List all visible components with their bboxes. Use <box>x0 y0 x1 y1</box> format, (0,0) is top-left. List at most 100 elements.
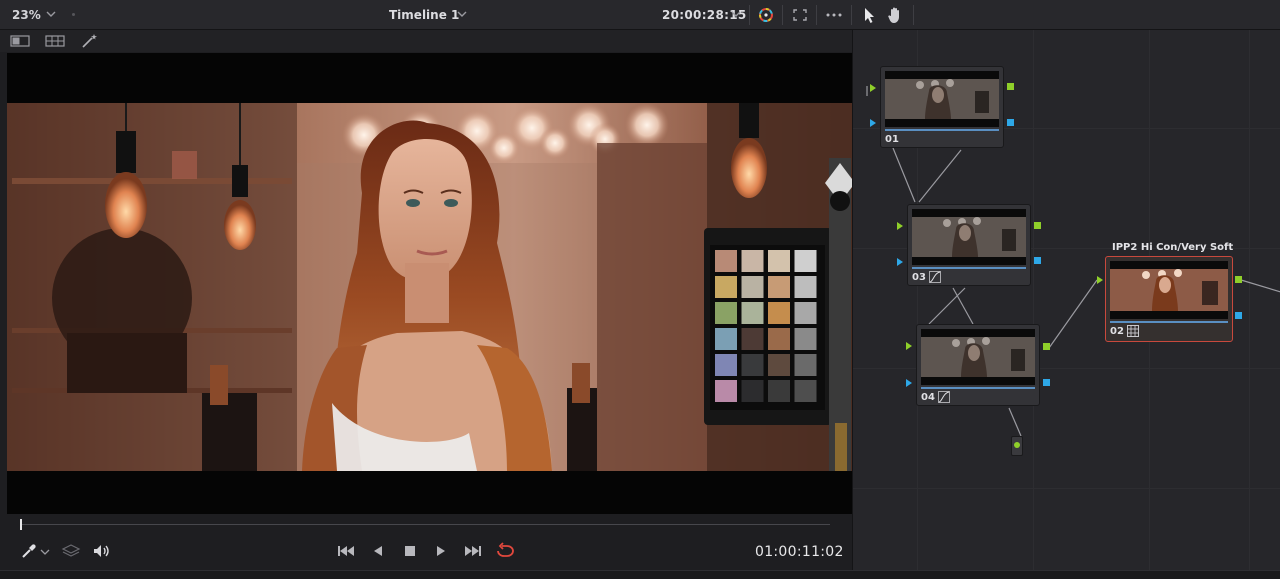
curves-icon <box>938 391 950 403</box>
color-swatch <box>768 302 790 324</box>
color-swatch <box>715 380 737 402</box>
top-toolbar: 23% Timeline 1 20:00:28:15 <box>0 0 1280 30</box>
color-swatch <box>768 380 790 402</box>
color-swatch <box>768 328 790 350</box>
go-to-end-icon[interactable] <box>462 542 484 560</box>
color-swatch <box>794 328 817 350</box>
woman-portrait-image <box>7 103 852 471</box>
toolbar-divider <box>782 5 783 25</box>
viewer[interactable] <box>7 53 852 514</box>
timeline-title[interactable]: Timeline 1 <box>389 8 459 22</box>
color-swatch <box>715 354 737 376</box>
viewer-options-bar <box>0 30 852 52</box>
magic-wand-icon[interactable] <box>80 33 100 49</box>
node-editor[interactable]: 01 03 04 IPP2 Hi Con/Very Soft 02 <box>852 30 1280 570</box>
stop-icon[interactable] <box>399 542 421 560</box>
layers-icon[interactable] <box>60 542 82 560</box>
node-progress-bar <box>921 387 1035 389</box>
record-timecode: 01:00:11:02 <box>755 544 844 560</box>
color-swatch <box>741 302 764 324</box>
node-04[interactable]: 04 <box>916 324 1040 406</box>
node-output-alpha[interactable] <box>1043 379 1050 386</box>
node-output-rgb[interactable] <box>1007 83 1014 90</box>
pointer-icon[interactable] <box>858 5 880 25</box>
node-input-rgb[interactable] <box>906 342 912 350</box>
color-swatch <box>741 328 764 350</box>
node-01[interactable]: 01 <box>880 66 1004 148</box>
speaker-icon[interactable] <box>91 542 113 560</box>
scrubber-track[interactable] <box>20 524 830 525</box>
play-icon[interactable] <box>430 542 452 560</box>
node-input-alpha[interactable] <box>906 379 912 387</box>
color-swatch <box>741 380 764 402</box>
toolbar-divider <box>913 5 914 25</box>
node-thumbnail <box>885 71 999 127</box>
chevron-down-icon[interactable] <box>44 7 58 21</box>
more-options-icon[interactable] <box>823 5 845 25</box>
node-thumbnail <box>921 329 1035 385</box>
node-output-rgb[interactable] <box>1034 222 1041 229</box>
node-output-alpha[interactable] <box>1007 119 1014 126</box>
chevron-down-icon[interactable] <box>38 542 52 560</box>
color-swatch <box>768 276 790 298</box>
color-swatch <box>715 328 737 350</box>
output-node[interactable] <box>1011 436 1023 456</box>
node-input-rgb[interactable] <box>1097 276 1103 284</box>
color-swatch <box>741 276 764 298</box>
color-swatch <box>768 354 790 376</box>
video-frame <box>7 103 852 471</box>
node-input-rgb[interactable] <box>897 222 903 230</box>
node-thumbnail <box>1110 261 1228 319</box>
node-output-alpha[interactable] <box>1034 257 1041 264</box>
color-swatch <box>794 354 817 376</box>
bottom-strip <box>0 570 1280 579</box>
node-label: 02 <box>1110 326 1124 337</box>
color-swatch <box>768 250 790 272</box>
toolbar-divider <box>749 5 750 25</box>
color-swatch <box>794 302 817 324</box>
reverse-play-icon[interactable] <box>367 542 389 560</box>
node-label: 01 <box>885 134 899 145</box>
color-swatch <box>794 276 817 298</box>
node-thumbnail <box>912 209 1026 265</box>
output-port[interactable] <box>1014 442 1020 448</box>
node-output-alpha[interactable] <box>1235 312 1242 319</box>
chevron-down-icon[interactable] <box>455 7 469 21</box>
color-swatch <box>741 354 764 376</box>
node-input-alpha[interactable] <box>870 119 876 127</box>
node-label: 04 <box>921 392 935 403</box>
chevron-down-icon[interactable] <box>729 7 743 21</box>
node-progress-bar <box>912 267 1026 269</box>
gallery-view-icon[interactable] <box>45 33 65 49</box>
node-input-alpha[interactable] <box>897 258 903 266</box>
loop-icon[interactable] <box>494 542 516 560</box>
node-label: 03 <box>912 272 926 283</box>
color-swatch <box>794 250 817 272</box>
split-view-icon[interactable] <box>10 33 30 49</box>
hand-icon[interactable] <box>884 5 906 25</box>
go-to-start-icon[interactable] <box>335 542 357 560</box>
node-output-rgb[interactable] <box>1043 343 1050 350</box>
node-02[interactable]: 02 <box>1105 256 1233 342</box>
node-input-rgb[interactable] <box>870 84 876 92</box>
color-wheel-icon[interactable] <box>755 5 777 25</box>
zoom-level[interactable]: 23% <box>12 8 41 22</box>
color-swatch <box>741 250 764 272</box>
color-swatch <box>794 380 817 402</box>
node-output-rgb[interactable] <box>1235 276 1242 283</box>
color-swatch <box>715 250 737 272</box>
color-swatch <box>715 302 737 324</box>
node-progress-bar <box>885 129 999 131</box>
color-swatch <box>715 276 737 298</box>
transport-controls: 01:00:11:02 <box>0 535 852 569</box>
node-title: IPP2 Hi Con/Very Soft <box>1112 242 1234 253</box>
separator-dot <box>72 13 75 16</box>
node-progress-bar <box>1110 321 1228 323</box>
toolbar-divider <box>816 5 817 25</box>
toolbar-divider <box>851 5 852 25</box>
node-03[interactable]: 03 <box>907 204 1031 286</box>
curves-icon <box>929 271 941 283</box>
fullscreen-icon[interactable] <box>789 5 811 25</box>
playhead[interactable] <box>20 519 22 530</box>
lut-icon <box>1127 325 1139 337</box>
